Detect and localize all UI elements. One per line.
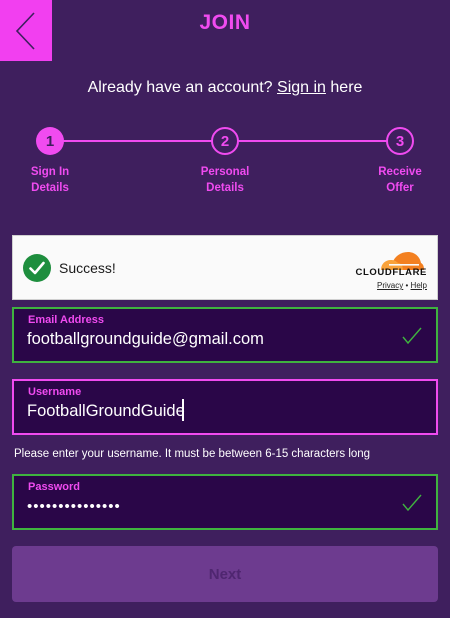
email-field[interactable]: Email Address <box>12 307 438 363</box>
username-input[interactable] <box>27 398 397 424</box>
signin-prompt-suffix: here <box>325 79 363 96</box>
help-link[interactable]: Help <box>411 281 427 290</box>
step-1-label: Sign In Details <box>10 164 90 196</box>
step-1-label-line2: Details <box>31 182 69 194</box>
signin-prompt: Already have an account? Sign in here <box>0 79 450 97</box>
username-helper-text: Please enter your username. It must be b… <box>14 448 371 460</box>
captcha-link-separator: • <box>405 281 409 290</box>
step-3-label-line2: Offer <box>386 182 414 194</box>
step-2-label-line2: Details <box>206 182 244 194</box>
password-input[interactable] <box>27 493 397 519</box>
step-2-indicator: 2 <box>211 127 239 155</box>
cloudflare-wordmark: CLOUDFLARE <box>355 267 427 278</box>
username-field[interactable]: Username <box>12 379 438 435</box>
step-2-label: Personal Details <box>185 164 265 196</box>
success-check-icon <box>23 254 51 282</box>
step-1-indicator: 1 <box>36 127 64 155</box>
captcha-widget: Success! CLOUDFLARE Privacy • Help <box>12 235 438 300</box>
checkmark-icon <box>402 327 422 345</box>
captcha-links: Privacy • Help <box>377 281 427 290</box>
step-1-label-line1: Sign In <box>30 166 70 178</box>
privacy-link[interactable]: Privacy <box>377 281 403 290</box>
step-3-label-line1: Receive <box>378 166 422 178</box>
text-cursor <box>182 399 184 421</box>
email-label: Email Address <box>28 314 105 326</box>
step-2-label-line1: Personal <box>200 166 250 178</box>
step-3-label: Receive Offer <box>360 164 440 196</box>
captcha-status: Success! <box>59 260 116 276</box>
email-input[interactable] <box>27 326 397 352</box>
next-button[interactable]: Next <box>12 546 438 602</box>
username-label: Username <box>28 386 82 398</box>
password-field[interactable]: Password <box>12 474 438 530</box>
page-title: JOIN <box>199 11 251 34</box>
signin-link[interactable]: Sign in <box>277 79 326 96</box>
password-label: Password <box>28 481 80 493</box>
signin-prompt-text: Already have an account? <box>87 79 278 96</box>
step-3-indicator: 3 <box>386 127 414 155</box>
checkmark-icon <box>402 494 422 512</box>
